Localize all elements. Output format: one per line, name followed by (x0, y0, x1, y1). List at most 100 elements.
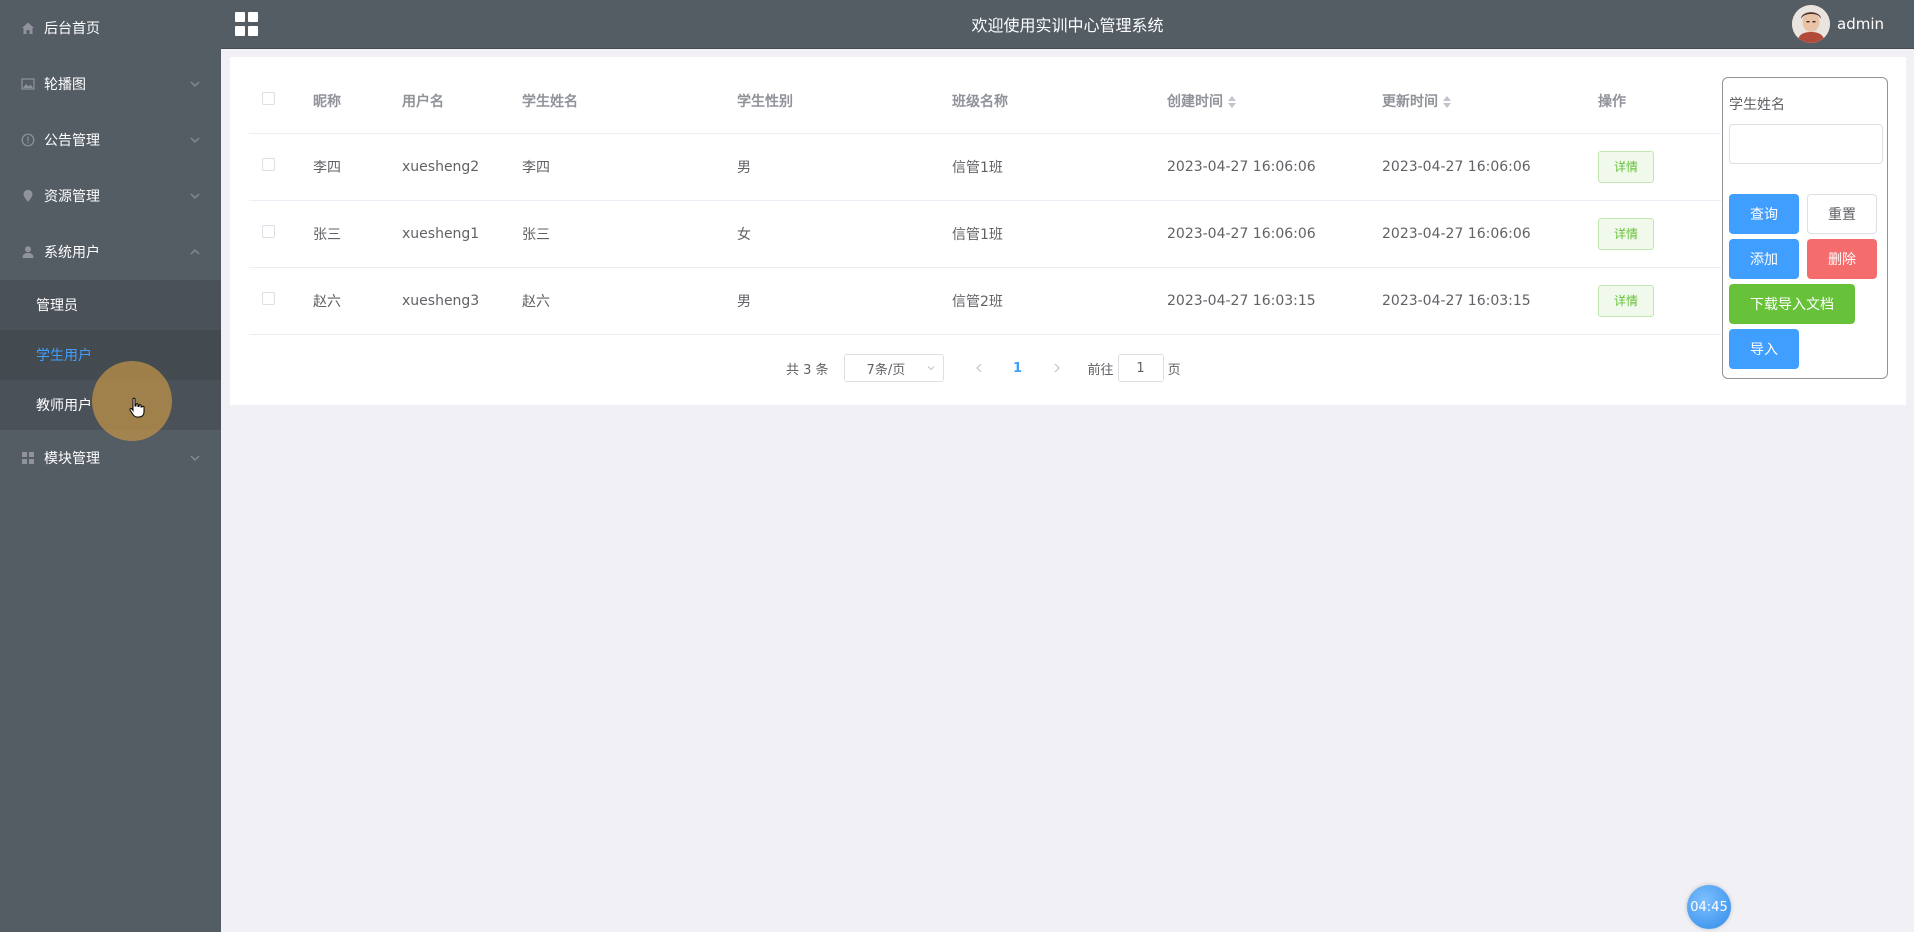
cell-updated: 2023-04-27 16:06:06 (1382, 133, 1598, 201)
cursor-highlight (92, 361, 172, 441)
hand-cursor-icon (129, 397, 145, 418)
cell-updated: 2023-04-27 16:06:06 (1382, 200, 1598, 268)
add-button[interactable]: 添加 (1729, 239, 1799, 279)
sidebar-subitem-admin[interactable]: 管理员 (0, 280, 221, 330)
table-row: 李四 xuesheng2 李四 男 信管1班 2023-04-27 16:06:… (249, 133, 1721, 201)
sort-caret-icon[interactable] (1227, 95, 1237, 109)
cell-gender: 女 (737, 200, 952, 268)
user-menu[interactable]: admin (1792, 5, 1884, 43)
cell-class: 信管1班 (952, 133, 1167, 201)
page-size-select[interactable]: 7条/页 (843, 354, 944, 382)
chevron-down-icon (190, 137, 200, 143)
column-header-nickname: 昵称 (313, 69, 402, 134)
delete-button[interactable]: 删除 (1807, 239, 1877, 279)
sidebar-item-label: 学生用户 (36, 348, 92, 364)
cell-username: xuesheng1 (402, 200, 522, 268)
prev-page-button[interactable] (964, 363, 994, 373)
chevron-down-icon (190, 455, 200, 461)
sidebar-item-carousel[interactable]: 轮播图 (0, 56, 221, 112)
page-jumper: 前往 页 (1088, 354, 1181, 382)
row-checkbox[interactable] (262, 158, 275, 171)
reset-button[interactable]: 重置 (1807, 194, 1877, 234)
sidebar-item-home[interactable]: 后台首页 (0, 0, 221, 56)
chevron-down-icon (190, 193, 200, 199)
info-icon (20, 132, 36, 148)
sidebar-item-notice[interactable]: 公告管理 (0, 112, 221, 168)
cell-updated: 2023-04-27 16:03:15 (1382, 267, 1598, 335)
sidebar-item-modules[interactable]: 模块管理 (0, 430, 221, 486)
search-label: 学生姓名 (1729, 97, 1785, 113)
cell-created: 2023-04-27 16:06:06 (1167, 133, 1382, 201)
menu-toggle-icon[interactable] (235, 12, 259, 36)
goto-page-input[interactable] (1117, 354, 1164, 382)
user-name: admin (1837, 15, 1884, 33)
chevron-left-icon (975, 363, 981, 373)
table-row: 赵六 xuesheng3 赵六 男 信管2班 2023-04-27 16:03:… (249, 267, 1721, 335)
location-icon (20, 188, 36, 204)
column-header-updated[interactable]: 更新时间 (1382, 69, 1598, 134)
column-header-gender: 学生性别 (737, 69, 952, 134)
column-header-label: 更新时间 (1382, 93, 1438, 110)
cell-student-name: 张三 (522, 200, 737, 268)
cell-nickname: 赵六 (313, 267, 402, 335)
column-header-label: 创建时间 (1167, 93, 1223, 110)
row-checkbox[interactable] (262, 225, 275, 238)
cell-username: xuesheng2 (402, 133, 522, 201)
chevron-down-icon (190, 81, 200, 87)
sidebar-item-resources[interactable]: 资源管理 (0, 168, 221, 224)
page-number-current[interactable]: 1 (994, 361, 1042, 376)
sort-caret-icon[interactable] (1442, 95, 1452, 109)
header-checkbox-cell (249, 69, 313, 134)
chevron-right-icon (1054, 363, 1060, 373)
next-page-button[interactable] (1042, 363, 1072, 373)
user-icon (20, 244, 36, 260)
detail-button[interactable]: 详情 (1598, 217, 1654, 250)
image-icon (20, 76, 36, 92)
floating-timer[interactable]: 04:45 (1687, 885, 1731, 929)
detail-button[interactable]: 详情 (1598, 284, 1654, 317)
select-all-checkbox[interactable] (262, 92, 275, 106)
cell-nickname: 李四 (313, 133, 402, 201)
home-icon (20, 20, 36, 36)
sidebar-item-label: 公告管理 (44, 133, 100, 149)
table-header-row: 昵称 用户名 学生姓名 学生性别 班级名称 创建时间 更新时间 操作 (249, 69, 1721, 134)
cell-class: 信管2班 (952, 267, 1167, 335)
detail-button[interactable]: 详情 (1598, 150, 1654, 183)
column-header-username: 用户名 (402, 69, 522, 134)
sidebar-item-label: 后台首页 (44, 21, 100, 37)
cell-created: 2023-04-27 16:03:15 (1167, 267, 1382, 335)
column-header-class: 班级名称 (952, 69, 1167, 134)
student-table: 昵称 用户名 学生姓名 学生性别 班级名称 创建时间 更新时间 操作 李四 xu… (249, 69, 1721, 335)
sidebar-item-label: 资源管理 (44, 189, 100, 205)
download-import-template-button[interactable]: 下载导入文档 (1729, 284, 1855, 324)
sidebar-item-label: 模块管理 (44, 451, 100, 467)
student-name-search-input[interactable] (1729, 124, 1883, 164)
row-checkbox[interactable] (262, 292, 275, 305)
goto-suffix: 页 (1167, 362, 1181, 378)
pagination-total: 共 3 条 (786, 362, 829, 378)
grid-icon (20, 450, 36, 466)
pagination: 共 3 条 7条/页 1 前往 页 (786, 354, 1181, 382)
cell-username: xuesheng3 (402, 267, 522, 335)
sidebar-item-label: 系统用户 (44, 245, 100, 261)
search-panel: 学生姓名 查询 重置 添加 删除 下载导入文档 导入 (1722, 77, 1888, 379)
cell-gender: 男 (737, 267, 952, 335)
avatar[interactable] (1792, 5, 1830, 43)
column-header-created[interactable]: 创建时间 (1167, 69, 1382, 134)
goto-prefix: 前往 (1087, 362, 1114, 378)
cell-class: 信管1班 (952, 200, 1167, 268)
sidebar-item-label: 教师用户 (36, 398, 92, 414)
sidebar-item-label: 轮播图 (44, 77, 86, 93)
chevron-down-icon (927, 366, 934, 371)
column-header-student-name: 学生姓名 (522, 69, 737, 134)
sidebar-item-system-users[interactable]: 系统用户 (0, 224, 221, 280)
page-size-value: 7条/页 (866, 362, 906, 378)
sidebar-item-label: 管理员 (36, 298, 78, 314)
query-button[interactable]: 查询 (1729, 194, 1799, 234)
sidebar: 后台首页 轮播图 公告管理 资源管理 系统用户 管理员 学生用户 教师用户 模块… (0, 0, 221, 932)
top-header: 欢迎使用实训中心管理系统 admin (221, 0, 1914, 49)
cell-nickname: 张三 (313, 200, 402, 268)
import-button[interactable]: 导入 (1729, 329, 1799, 369)
column-header-actions: 操作 (1598, 69, 1721, 134)
cell-student-name: 李四 (522, 133, 737, 201)
